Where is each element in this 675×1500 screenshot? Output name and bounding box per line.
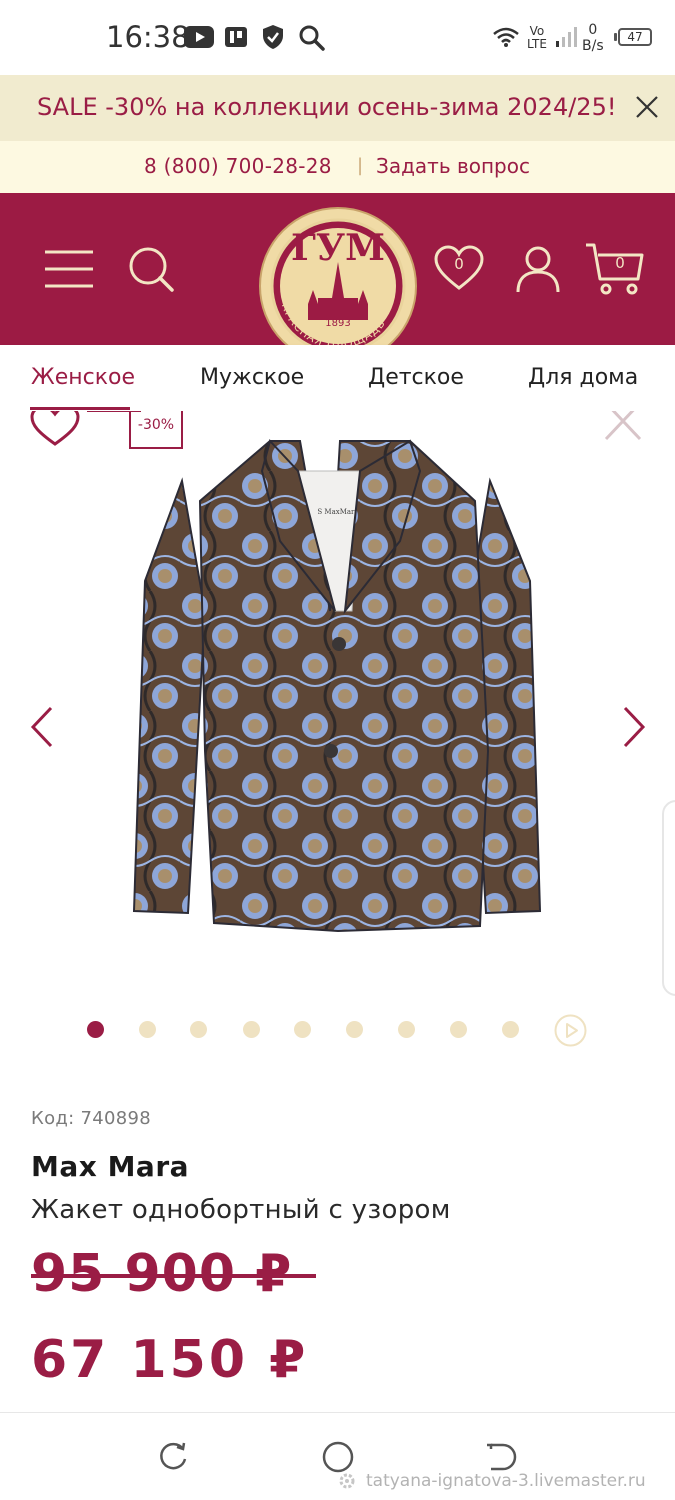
gallery-close-icon[interactable] [604,411,644,441]
gallery-pagination [0,1014,675,1047]
ask-question-link[interactable]: Задать вопрос [376,154,530,178]
logo-year: 1893 [325,318,350,329]
product-code: Код: 740898 [31,1108,152,1129]
menu-icon[interactable] [44,249,94,289]
status-bar: 16:38 Vo LTE 0 B/s 47 [0,0,675,75]
watermark-text: tatyana-ignatova-3.livemaster.ru [366,1471,646,1491]
previous-arrow-icon[interactable] [30,706,54,748]
watermark: tatyana-ignatova-3.livemaster.ru [366,1471,646,1491]
play-video-icon[interactable] [554,1014,587,1047]
gallery-dot[interactable] [398,1021,415,1038]
network-speed-unit: B/s [582,38,604,54]
gallery-dot[interactable] [346,1021,363,1038]
product-wishlist-heart-icon[interactable] [30,411,80,447]
category-kids[interactable]: Детское [368,365,464,390]
side-edge-tab[interactable] [662,800,675,996]
app-notification-icon [225,27,247,47]
shield-icon [263,25,283,49]
contact-separator: | [357,155,364,176]
recent-apps-icon[interactable] [157,1441,189,1473]
discount-badge: -30% [129,411,183,449]
battery-level: 47 [618,28,652,46]
cart-count: 0 [615,254,625,272]
next-arrow-icon[interactable] [622,706,646,748]
category-nav: Женское Мужское Детское Для дома [0,345,675,411]
gallery-dot[interactable] [502,1021,519,1038]
gallery-dot[interactable] [243,1021,260,1038]
wishlist-button[interactable]: 0 [434,245,484,293]
user-icon[interactable] [516,246,560,294]
gallery-dot[interactable] [294,1021,311,1038]
gallery-dot[interactable] [450,1021,467,1038]
gallery-dot[interactable] [139,1021,156,1038]
product-gallery[interactable]: S MaxMara [0,411,675,1001]
product-brand[interactable]: Max Mara [31,1150,189,1183]
gallery-dot[interactable] [190,1021,207,1038]
old-price-strikethrough [31,1274,316,1278]
product-name: Жакет однобортный с узором [31,1195,451,1225]
category-men[interactable]: Мужское [200,365,304,390]
signal-icon [556,27,577,47]
network-speed: 0 B/s [582,22,604,54]
phone-link[interactable]: 8 (800) 700-28-28 [144,154,332,178]
promo-banner[interactable]: SALE -30% на коллекции осень-зима 2024/2… [0,75,675,141]
wifi-icon [493,27,519,47]
search-icon[interactable] [128,246,174,292]
logo-letters: ГУМ [291,227,385,269]
gum-logo[interactable]: ГУМ 1893 КРАСНАЯ ПЛОЩАДЬ [258,200,418,366]
close-icon[interactable] [634,94,660,120]
product-image[interactable]: S MaxMara [0,411,675,1001]
gallery-dot[interactable] [87,1021,104,1038]
battery-icon: 47 [614,28,652,46]
volte-indicator: Vo LTE [527,25,547,51]
jacket-label: S MaxMara [317,508,358,516]
wishlist-count: 0 [454,255,464,273]
search-notification-icon [299,25,325,51]
category-women[interactable]: Женское [31,365,135,390]
sale-price: 67 150 ₽ [31,1330,309,1390]
volte-bottom-label: LTE [527,37,547,51]
promo-text: SALE -30% на коллекции осень-зима 2024/2… [37,93,617,121]
home-icon[interactable] [321,1440,355,1474]
discount-badge-label: -30% [137,417,175,433]
status-time: 16:38 [106,20,190,54]
back-icon[interactable] [485,1441,517,1473]
watermark-gear-icon [339,1473,355,1489]
contact-strip: 8 (800) 700-28-28 | Задать вопрос [0,141,675,193]
active-category-indicator [30,407,130,410]
network-speed-value: 0 [588,22,598,38]
category-home[interactable]: Для дома [528,365,638,390]
youtube-notification-icon [184,26,214,48]
cart-button[interactable]: 0 [584,241,646,297]
